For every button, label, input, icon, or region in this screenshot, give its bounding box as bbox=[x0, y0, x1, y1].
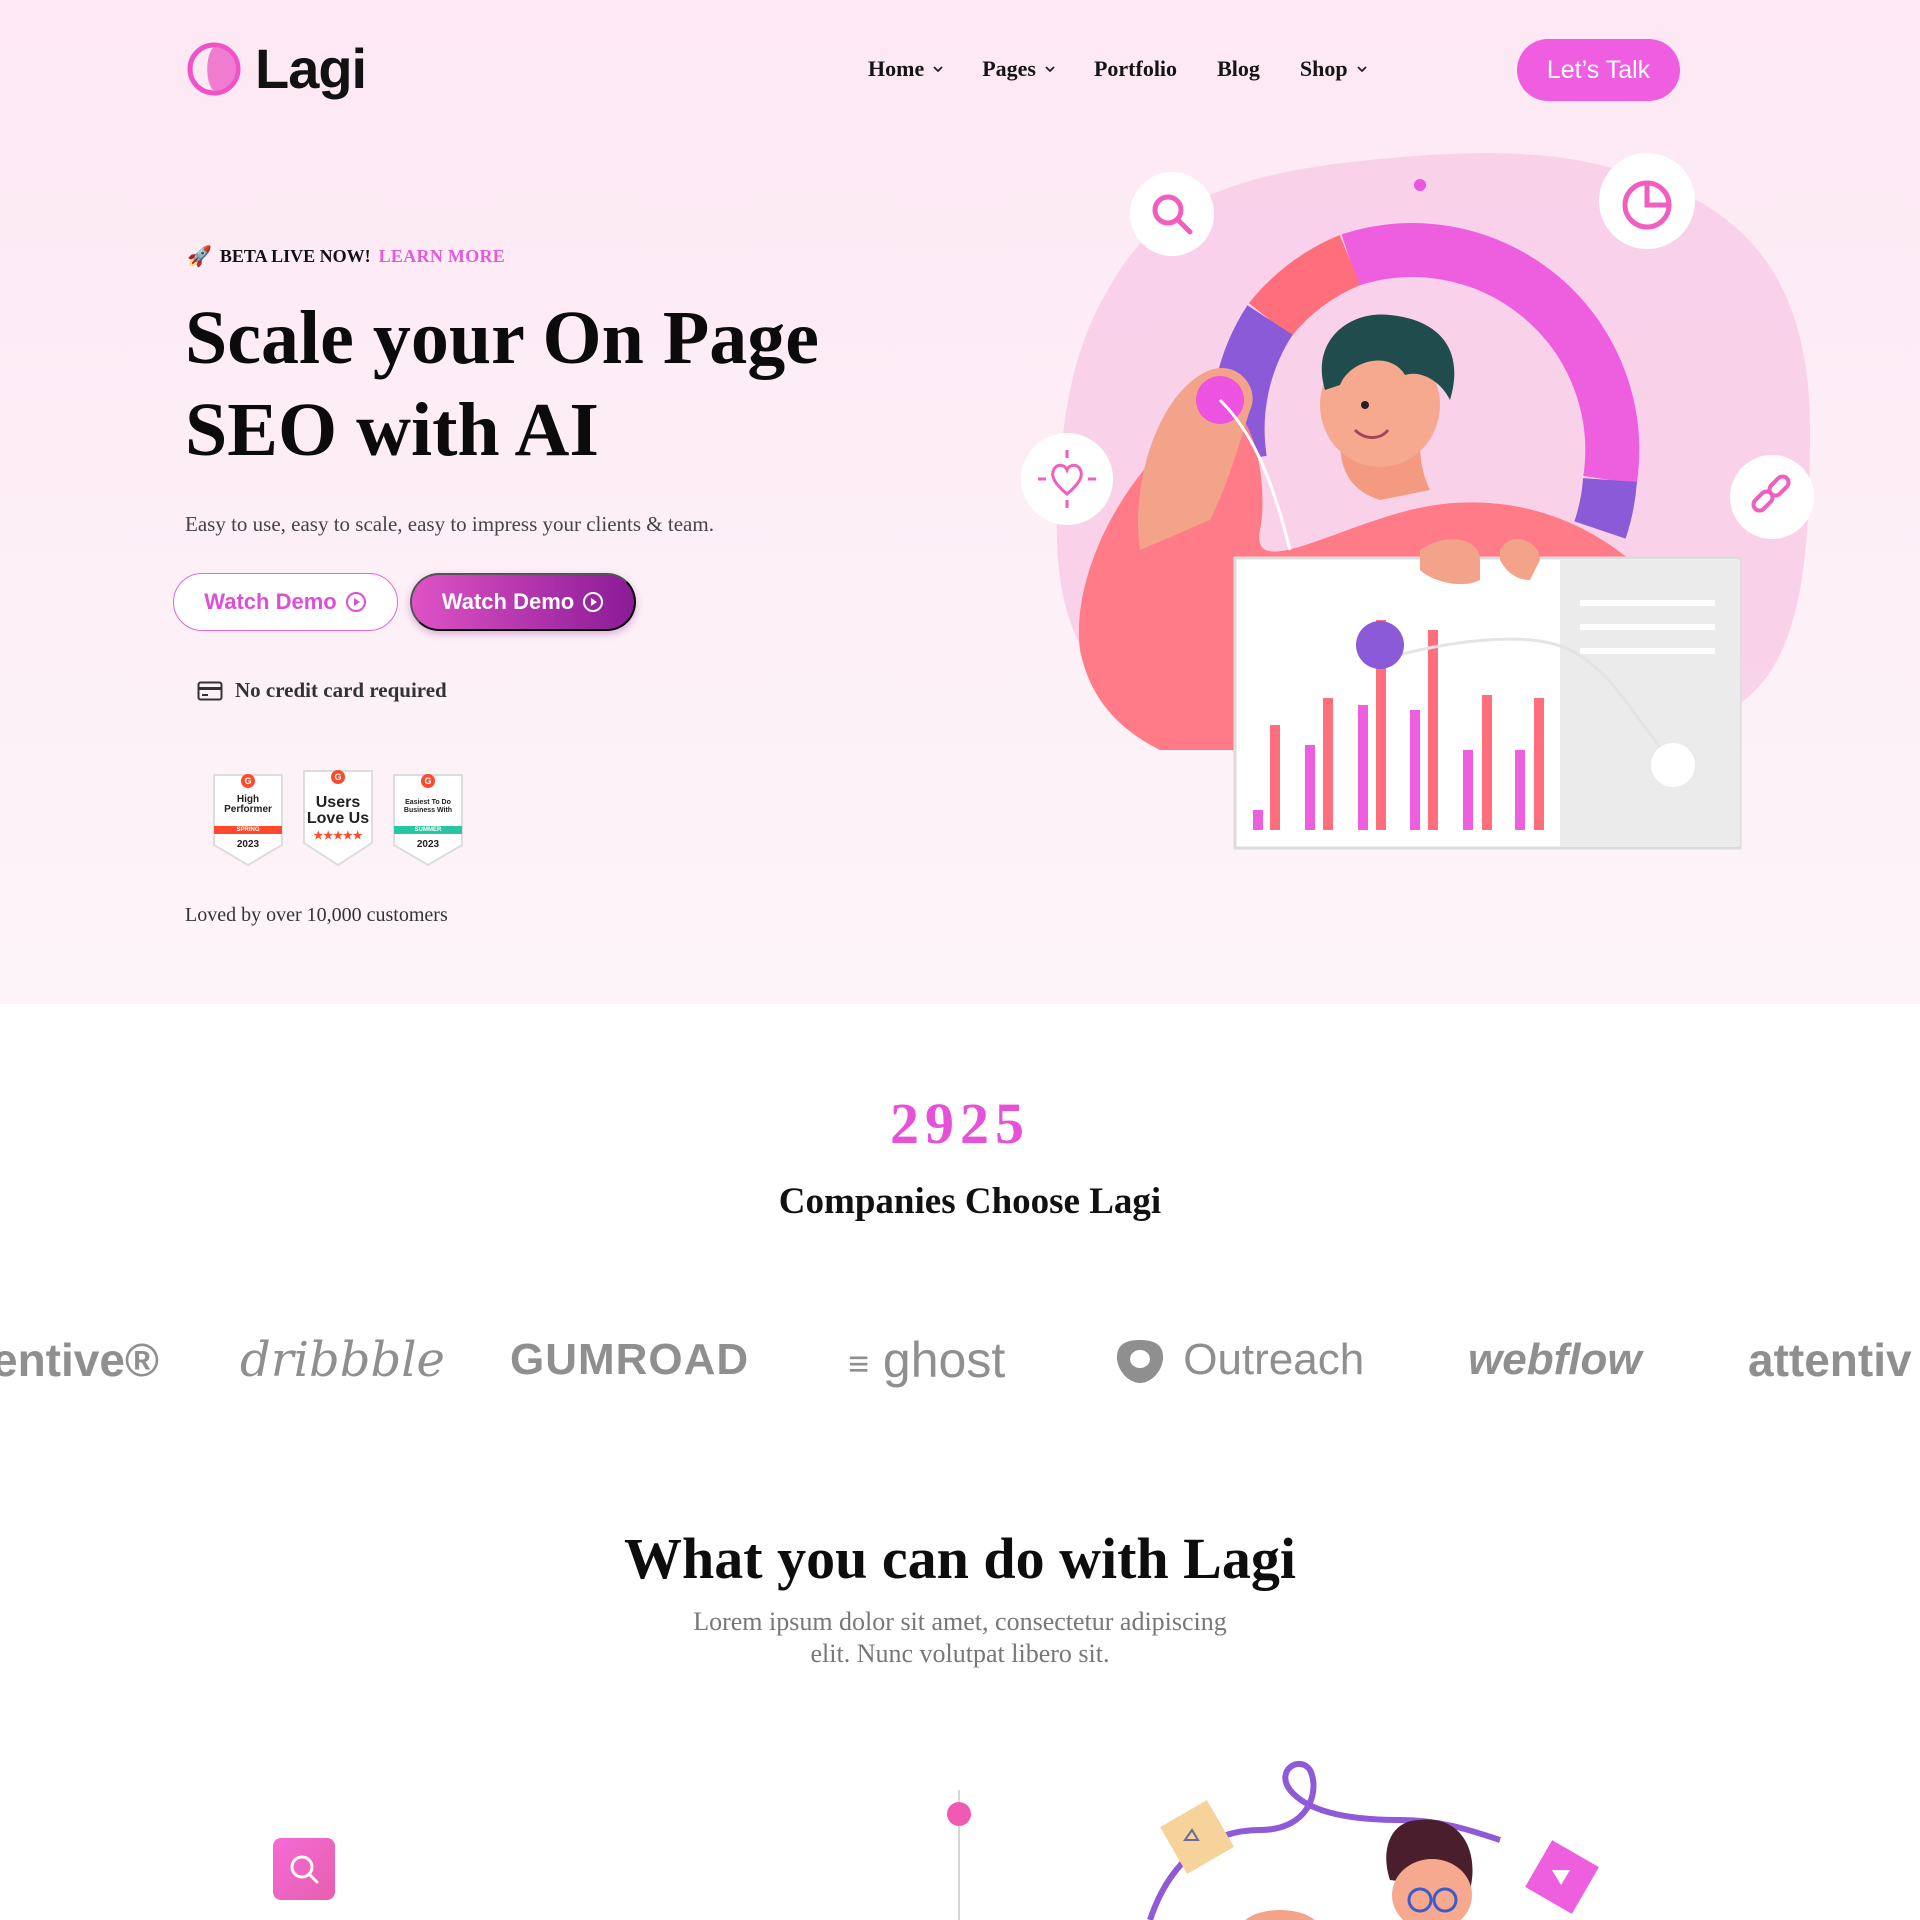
badge-ribbon: SPRING bbox=[236, 827, 260, 833]
g2-badge-shield-icon: G bbox=[213, 774, 283, 867]
logo-mark-icon bbox=[187, 42, 241, 95]
chevron-down-icon bbox=[1356, 66, 1367, 73]
hero-title: Scale your On Page SEO with AI bbox=[185, 292, 905, 476]
credit-card-icon bbox=[197, 681, 223, 700]
watch-demo-label: Watch Demo bbox=[204, 589, 337, 614]
logo-text: Lagi bbox=[255, 37, 367, 100]
link-icon bbox=[1730, 455, 1814, 539]
nav-item-shop[interactable]: Shop bbox=[1300, 56, 1368, 82]
nav-item-home[interactable]: Home bbox=[868, 56, 944, 82]
watch-demo-label: Watch Demo bbox=[441, 589, 575, 614]
features-subtitle-line1: Lorem ipsum dolor sit amet, consectetur … bbox=[693, 1607, 1227, 1636]
no-credit-card-text: No credit card required bbox=[235, 678, 447, 702]
g2-badges: G High Performer SPRING 2023 G Users Lov… bbox=[210, 770, 466, 869]
nav-label-blog: Blog bbox=[1217, 56, 1260, 81]
brand-logos-strip: entive® dribbble GUMROAD ≡ ghost Outreac… bbox=[0, 1325, 1920, 1395]
play-circle-icon bbox=[345, 592, 366, 612]
pie-chart-icon bbox=[1599, 153, 1695, 249]
badge-ribbon: SUMMER bbox=[414, 827, 442, 833]
site-logo[interactable]: Lagi bbox=[187, 36, 367, 101]
chevron-down-icon bbox=[1045, 66, 1055, 73]
brand-logo-gumroad: GUMROAD bbox=[510, 1335, 750, 1384]
brand-name: ghost bbox=[882, 1332, 1006, 1388]
learn-more-link[interactable]: LEARN MORE bbox=[379, 246, 506, 267]
features-subtitle: Lorem ipsum dolor sit amet, consectetur … bbox=[660, 1606, 1260, 1670]
badge-line2: Business With bbox=[403, 807, 453, 814]
beta-announcement: 🚀 BETA LIVE NOW! LEARN MORE bbox=[187, 244, 505, 269]
search-icon bbox=[1130, 172, 1214, 256]
outreach-shield-icon bbox=[1117, 1340, 1163, 1384]
brand-logo-dribbble: dribbble bbox=[240, 1332, 445, 1388]
companies-count: 2925 bbox=[890, 1091, 1030, 1156]
nav-item-portfolio[interactable]: Portfolio bbox=[1094, 56, 1177, 82]
badge-line2: Performer bbox=[224, 804, 272, 815]
hero-section: Lagi Home Pages Portfolio Blog Shop Let’… bbox=[0, 0, 1920, 1004]
nav-label-home: Home bbox=[868, 56, 925, 81]
brand-logo-webflow: webflow bbox=[1468, 1335, 1642, 1384]
g2-badge-high-performer: G High Performer SPRING 2023 bbox=[210, 773, 286, 869]
brand-logo-outreach: Outreach bbox=[1115, 1325, 1364, 1395]
heart-target-icon bbox=[1021, 433, 1113, 525]
brand-logo-attentive-partial: entive® bbox=[0, 1334, 159, 1386]
nav-label-portfolio: Portfolio bbox=[1093, 56, 1178, 81]
search-icon bbox=[290, 1855, 319, 1884]
brand-logo-attentive: attentiv bbox=[1748, 1334, 1912, 1386]
nav-item-blog[interactable]: Blog bbox=[1217, 56, 1260, 82]
lets-talk-button[interactable]: Let’s Talk bbox=[1517, 39, 1680, 101]
badge-line1: Users bbox=[315, 794, 361, 811]
features-subtitle-line2: elit. Nunc volutpat libero sit. bbox=[810, 1639, 1110, 1668]
hero-title-line2: SEO with AI bbox=[185, 388, 599, 472]
badge-stars: ★★★★★ bbox=[313, 830, 363, 842]
g2-badge-shield-icon: G bbox=[393, 774, 463, 867]
watch-demo-outline-button[interactable]: Watch Demo bbox=[173, 573, 398, 631]
hero-subtitle: Easy to use, easy to scale, easy to impr… bbox=[185, 512, 714, 536]
svg-text:G: G bbox=[334, 772, 341, 782]
play-circle-icon bbox=[583, 592, 604, 612]
features-title: What you can do with Lagi bbox=[624, 1526, 1296, 1591]
svg-text:G: G bbox=[424, 776, 431, 786]
svg-text:G: G bbox=[244, 776, 251, 786]
companies-count-label: Companies Choose Lagi bbox=[778, 1181, 1162, 1222]
hero-illustration bbox=[1021, 153, 1814, 850]
brand-logo-ghost: ≡ ghost bbox=[848, 1325, 1005, 1399]
chevron-down-icon bbox=[933, 66, 943, 73]
badge-line2: Love Us bbox=[306, 810, 370, 827]
rocket-icon: 🚀 bbox=[187, 246, 212, 268]
hero-title-line1: Scale your On Page bbox=[185, 296, 820, 380]
watch-demo-solid-button[interactable]: Watch Demo bbox=[410, 573, 636, 631]
badge-year: 2023 bbox=[416, 839, 440, 850]
features-illustration bbox=[1147, 1761, 1599, 1920]
beta-text: BETA LIVE NOW! bbox=[219, 246, 371, 266]
g2-badge-easiest-business: G Easiest To Do Business With SUMMER 202… bbox=[390, 773, 466, 869]
g2-badge-users-love-us: G Users Love Us ★★★★★ bbox=[300, 769, 376, 867]
badge-year: 2023 bbox=[236, 839, 260, 850]
nav-label-shop: Shop bbox=[1299, 56, 1348, 81]
main-nav: Home Pages Portfolio Blog Shop bbox=[868, 56, 1368, 82]
brand-name: Outreach bbox=[1183, 1335, 1365, 1384]
nav-label-pages: Pages bbox=[982, 56, 1036, 81]
timeline-dot bbox=[947, 1802, 971, 1826]
nav-item-pages[interactable]: Pages bbox=[982, 56, 1056, 82]
ghost-lines-icon: ≡ bbox=[848, 1342, 870, 1384]
feature-search-tile bbox=[273, 1838, 335, 1900]
loved-by-customers: Loved by over 10,000 customers bbox=[185, 904, 448, 926]
badge-line1: Easiest To Do bbox=[405, 799, 451, 806]
no-credit-card-note: No credit card required bbox=[197, 678, 447, 703]
